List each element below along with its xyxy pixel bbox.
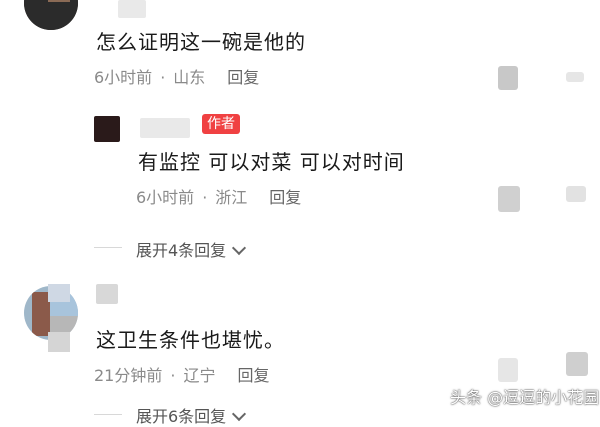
chevron-down-icon — [232, 406, 247, 422]
watermark: 头条 @逗逗的小花园 — [450, 388, 600, 407]
like-icon[interactable] — [566, 186, 586, 202]
like-icon[interactable] — [498, 186, 520, 212]
expand-replies-button[interactable]: 展开4条回复 — [136, 237, 247, 261]
divider — [94, 247, 122, 248]
reply-button[interactable]: 回复 — [227, 68, 259, 87]
like-icon[interactable] — [498, 358, 518, 382]
like-icon[interactable] — [498, 66, 518, 90]
expand-replies-label: 展开4条回复 — [136, 241, 227, 260]
chevron-down-icon — [232, 240, 247, 256]
meta-separator: · — [202, 188, 208, 207]
comment-meta: 21分钟前 · 辽宁 回复 — [94, 362, 270, 386]
expand-replies-label: 展开6条回复 — [136, 407, 227, 426]
comment-meta: 6小时前 · 浙江 回复 — [136, 184, 301, 208]
comment-time: 6小时前 — [94, 68, 153, 87]
comment-text: 这卫生条件也堪忧。 — [96, 328, 285, 352]
comment-time: 21分钟前 — [94, 366, 163, 385]
like-icon[interactable] — [566, 352, 588, 376]
avatar[interactable] — [94, 116, 120, 142]
avatar-blur-block — [48, 332, 70, 352]
comment-text: 有监控 可以对菜 可以对时间 — [138, 150, 405, 174]
username-blurred[interactable] — [140, 118, 190, 138]
username-blurred[interactable] — [96, 284, 118, 304]
comment-meta: 6小时前 · 山东 回复 — [94, 64, 259, 88]
comment-time: 6小时前 — [136, 188, 195, 207]
comment-location: 浙江 — [215, 188, 248, 207]
meta-separator: · — [160, 68, 166, 87]
avatar[interactable] — [24, 0, 78, 30]
avatar-blur-block — [48, 284, 70, 302]
reply-button[interactable]: 回复 — [269, 188, 301, 207]
expand-replies-button[interactable]: 展开6条回复 — [136, 403, 247, 427]
comment-location: 山东 — [173, 68, 206, 87]
like-icon[interactable] — [566, 72, 584, 82]
username-blurred[interactable] — [118, 0, 146, 18]
comment-location: 辽宁 — [183, 366, 216, 385]
comment-text: 怎么证明这一碗是他的 — [96, 30, 306, 54]
divider — [94, 414, 122, 415]
reply-button[interactable]: 回复 — [237, 366, 269, 385]
meta-separator: · — [170, 366, 176, 385]
author-badge: 作者 — [202, 114, 240, 134]
